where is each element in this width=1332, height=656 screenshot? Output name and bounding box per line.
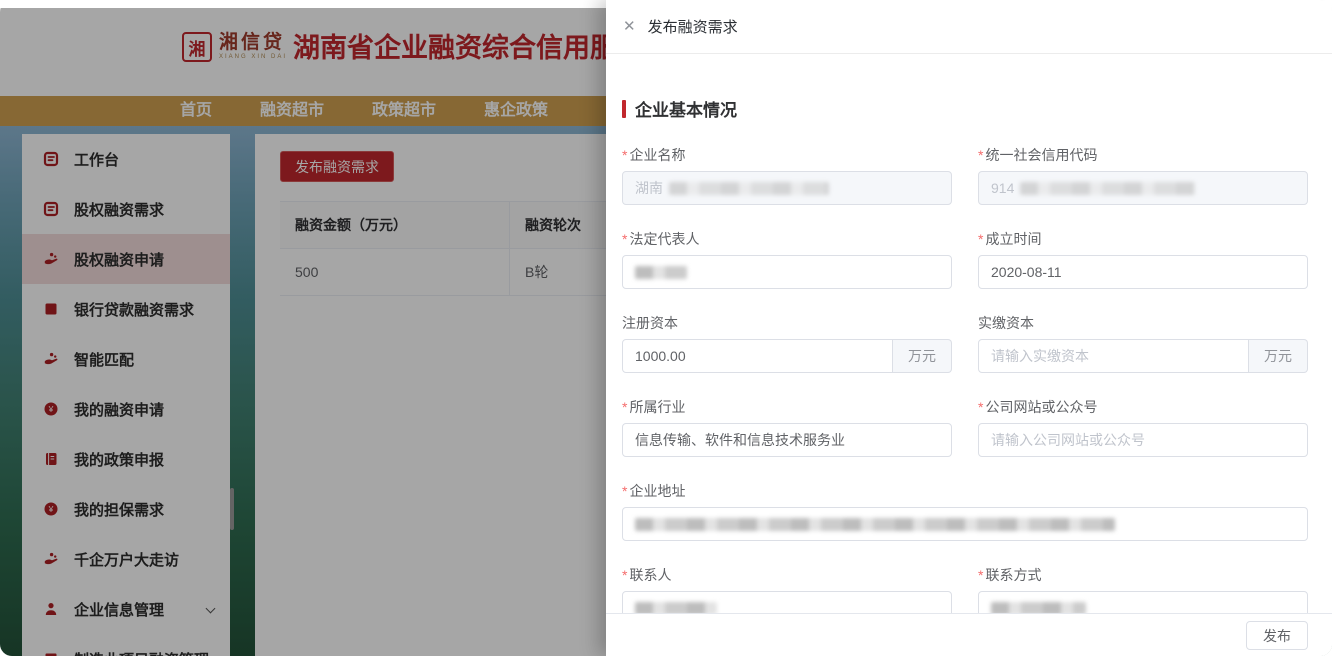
drawer-title: 发布融资需求 (648, 16, 738, 37)
credit-code-label: *统一社会信用代码 (978, 145, 1308, 165)
required-asterisk: * (622, 483, 627, 499)
drawer-header: ✕ 发布融资需求 (606, 0, 1332, 54)
registered-capital-label: 注册资本 (622, 313, 952, 333)
publish-drawer: ✕ 发布融资需求 企业基本情况 *企业名称湖南 *统一社会信用代码 914 *法定代表… (606, 0, 1332, 656)
contact-phone-field: *联系方式 (978, 565, 1308, 613)
company-address-redacted-value (635, 518, 1115, 531)
website-input[interactable]: 请输入公司网站或公众号 (978, 423, 1308, 457)
company-info-form: *企业名称湖南 *统一社会信用代码 914 *法定代表人 *成立时间 2020-08-11… (622, 145, 1308, 613)
required-asterisk: * (622, 399, 627, 415)
credit-code-redacted-value (1020, 182, 1195, 195)
required-asterisk: * (622, 231, 627, 247)
industry-input[interactable]: 信息传输、软件和信息技术服务业 (622, 423, 952, 457)
contact-phone-input[interactable] (978, 591, 1308, 613)
company-address-input[interactable] (622, 507, 1308, 541)
credit-code-field: *统一社会信用代码 914 (978, 145, 1308, 205)
required-asterisk: * (622, 147, 627, 163)
registered-capital-input-group: 1000.00万元 (622, 339, 952, 373)
paid-in-capital-input[interactable]: 请输入实缴资本 (978, 339, 1249, 373)
website-placeholder: 请输入公司网站或公众号 (991, 430, 1145, 450)
company-name-label: *企业名称 (622, 145, 952, 165)
paid-in-capital-input-group: 请输入实缴资本 万元 (978, 339, 1308, 373)
legal-representative-label: *法定代表人 (622, 229, 952, 249)
established-date-input[interactable]: 2020-08-11 (978, 255, 1308, 289)
drawer-footer: 发布 (606, 613, 1332, 656)
registered-capital-field: 注册资本 1000.00万元 (622, 313, 952, 373)
close-icon[interactable]: ✕ (623, 19, 636, 34)
registered-capital-input[interactable]: 1000.00 (622, 339, 893, 373)
company-address-label: *企业地址 (622, 481, 1308, 501)
company-name-input: 湖南 (622, 171, 952, 205)
credit-code-input: 914 (978, 171, 1308, 205)
publish-submit-button[interactable]: 发布 (1246, 621, 1308, 650)
website-field: *公司网站或公众号请输入公司网站或公众号 (978, 397, 1308, 457)
section-title-bar (622, 100, 626, 118)
registered-capital-unit-suffix: 万元 (893, 339, 952, 373)
paid-in-capital-label: 实缴资本 (978, 313, 1308, 333)
industry-label: *所属行业 (622, 397, 952, 417)
contact-phone-redacted-value (991, 602, 1086, 614)
company-name-redacted-value (669, 182, 829, 195)
contact-person-field: *联系人 (622, 565, 952, 613)
legal-representative-input[interactable] (622, 255, 952, 289)
paid-in-capital-field: 实缴资本请输入实缴资本 万元 (978, 313, 1308, 373)
contact-person-label: *联系人 (622, 565, 952, 585)
industry-field: *所属行业信息传输、软件和信息技术服务业 (622, 397, 952, 457)
drawer-body: 企业基本情况 *企业名称湖南 *统一社会信用代码 914 *法定代表人 *成立时间 202… (606, 55, 1332, 613)
established-date-field: *成立时间 2020-08-11 (978, 229, 1308, 289)
required-asterisk: * (622, 567, 627, 583)
contact-person-input[interactable] (622, 591, 952, 613)
modal-overlay[interactable] (0, 8, 606, 656)
credit-code-value-prefix: 914 (991, 180, 1014, 196)
required-asterisk: * (978, 231, 983, 247)
paid-in-capital-placeholder: 请输入实缴资本 (991, 346, 1089, 366)
required-asterisk: * (978, 567, 983, 583)
required-asterisk: * (978, 399, 983, 415)
company-address-field: *企业地址 (622, 481, 1308, 541)
required-asterisk: * (978, 147, 983, 163)
paid-in-capital-unit-suffix: 万元 (1249, 339, 1308, 373)
company-name-value-prefix: 湖南 (635, 178, 663, 198)
legal-representative-field: *法定代表人 (622, 229, 952, 289)
website-label: *公司网站或公众号 (978, 397, 1308, 417)
contact-phone-label: *联系方式 (978, 565, 1308, 585)
contact-person-redacted-value (635, 602, 717, 614)
established-date-label: *成立时间 (978, 229, 1308, 249)
company-name-field: *企业名称湖南 (622, 145, 952, 205)
app-frame: 湘 湘信贷 XIANG XIN DAI 湖南省企业融资综合信用服务平台 首页融资… (0, 0, 1332, 656)
section-title: 企业基本情况 (622, 96, 1308, 121)
legal-representative-redacted-value (635, 266, 687, 279)
section-title-text: 企业基本情况 (635, 96, 737, 121)
